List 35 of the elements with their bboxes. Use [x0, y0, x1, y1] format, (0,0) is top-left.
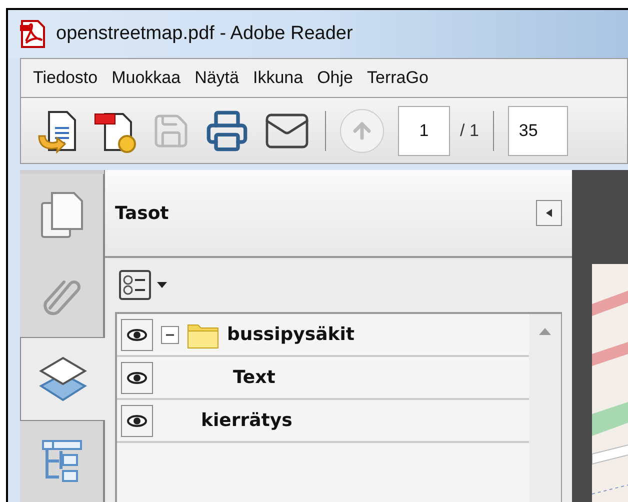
dropdown-caret-icon	[157, 282, 167, 288]
sidebar-tab[interactable]	[20, 174, 104, 256]
zoom-field[interactable]: 35	[508, 106, 568, 156]
layer-name: kierrätys	[201, 409, 292, 433]
collapse-icon[interactable]	[161, 326, 179, 344]
layers-icon	[39, 356, 87, 402]
pdf-icon	[18, 19, 48, 49]
menu-item[interactable]: Ohje	[317, 65, 353, 91]
scroll-up-icon	[539, 328, 551, 335]
page-number-field[interactable]: 1	[398, 106, 450, 156]
menu-item[interactable]: TerraGo	[367, 65, 428, 91]
eye-icon[interactable]	[121, 404, 153, 436]
collapse-panel-button[interactable]	[536, 200, 562, 226]
page-count: / 1	[460, 120, 479, 142]
pages-icon	[40, 190, 84, 239]
caret-left-icon	[546, 209, 552, 217]
layer-row[interactable]: kierrätys	[117, 400, 529, 443]
menu-item[interactable]: Tiedosto	[33, 65, 98, 91]
window-title: openstreetmap.pdf - Adobe Reader	[56, 22, 353, 46]
options-button[interactable]	[119, 270, 167, 300]
printer-icon[interactable]	[205, 108, 249, 152]
list-options-icon	[119, 270, 151, 300]
eye-icon[interactable]	[121, 362, 153, 394]
panel-title: Tasot	[115, 202, 169, 226]
tree-icon	[40, 439, 82, 484]
sidebar-tab[interactable]	[20, 337, 105, 420]
menu-item[interactable]: Ikkuna	[252, 65, 304, 91]
layer-name: Text	[233, 366, 276, 390]
layer-name: bussipysäkit	[227, 323, 355, 347]
eye-icon[interactable]	[121, 318, 153, 350]
layer-row[interactable]: bussipysäkit	[117, 314, 529, 357]
menu-item[interactable]: Muokkaa	[112, 65, 181, 91]
layer-row[interactable]: Text	[117, 357, 529, 400]
menu-item[interactable]: Näytä	[194, 65, 239, 91]
scrollbar[interactable]	[529, 314, 561, 502]
